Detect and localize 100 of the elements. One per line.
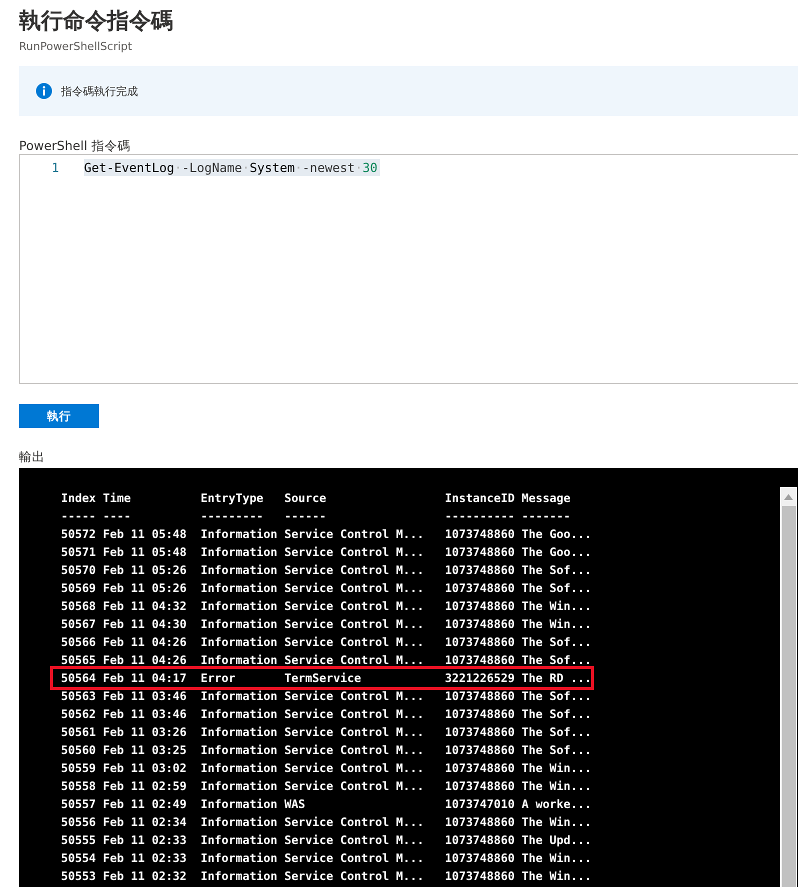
table-cell-text: Information xyxy=(200,724,278,741)
table-cell-text: Information xyxy=(200,814,278,831)
table-cell-text: 50560 xyxy=(61,742,96,759)
table-cell-text: The Win... xyxy=(522,868,592,885)
table-cell-text: Service Control M... xyxy=(284,526,424,543)
table-cell-text: Information xyxy=(200,562,278,579)
table-cell-text: Service Control M... xyxy=(284,778,424,795)
table-cell-text: 1073748860 xyxy=(444,652,515,669)
page-title: 執行命令指令碼 xyxy=(19,8,173,36)
table-cell-text: The Win... xyxy=(522,616,592,633)
column-underline: ------ xyxy=(284,508,326,525)
table-cell-text: Feb 11 03:02 xyxy=(102,760,187,777)
table-cell-text: Feb 11 05:48 xyxy=(102,526,187,543)
table-cell-text: The Sof... xyxy=(522,688,592,705)
table-cell-text: 50555 xyxy=(61,832,96,849)
table-cell-text: Service Control M... xyxy=(284,652,424,669)
column-underline: --------- xyxy=(200,508,264,525)
line-number: 1 xyxy=(50,159,59,176)
scroll-up-icon[interactable] xyxy=(784,494,793,500)
table-cell-text: Feb 11 02:34 xyxy=(102,814,187,831)
table-cell-text: 1073748860 xyxy=(444,778,515,795)
table-cell-text: 1073748860 xyxy=(444,688,515,705)
table-cell-text: Service Control M... xyxy=(284,742,424,759)
table-cell-text: The Sof... xyxy=(522,580,592,597)
table-cell-text: 50557 xyxy=(61,796,96,813)
table-cell-text: Service Control M... xyxy=(284,724,424,741)
table-cell-text: 1073748860 xyxy=(444,706,515,723)
table-cell-text: 1073748860 xyxy=(444,814,515,831)
table-cell-text: Service Control M... xyxy=(284,634,424,651)
table-cell-text: 1073747010 xyxy=(444,796,515,813)
table-cell-text: A worke... xyxy=(522,796,592,813)
table-cell-text: Feb 11 03:26 xyxy=(102,724,187,741)
table-cell-text: 1073748860 xyxy=(444,598,515,615)
table-cell-text: Feb 11 02:32 xyxy=(102,868,187,885)
table-cell-text: 1073748860 xyxy=(444,634,515,651)
table-cell-text: Feb 11 03:46 xyxy=(102,688,187,705)
table-cell-text: Feb 11 02:59 xyxy=(102,778,187,795)
table-cell-text: 1073748860 xyxy=(444,760,515,777)
column-underline: ----- xyxy=(61,508,96,525)
column-header: Message xyxy=(522,490,571,507)
table-cell-text: The Sof... xyxy=(522,652,592,669)
table-cell-text: 50562 xyxy=(61,706,96,723)
scrollbar-thumb[interactable] xyxy=(782,506,796,887)
table-cell-text: The Sof... xyxy=(522,742,592,759)
scrollbar[interactable] xyxy=(780,487,797,887)
table-cell-text: Service Control M... xyxy=(284,616,424,633)
table-cell-text: 50564 xyxy=(61,670,96,687)
code-text: Get-EventLog·-LogName·System·-newest·30 xyxy=(84,159,380,176)
run-button[interactable]: 執行 xyxy=(19,404,99,428)
table-cell-text: Service Control M... xyxy=(284,760,424,777)
editor-label: PowerShell 指令碼 xyxy=(19,138,130,154)
table-cell-text: Feb 11 04:17 xyxy=(102,670,187,687)
output-label: 輸出 xyxy=(19,449,45,465)
table-cell-text: Service Control M... xyxy=(284,814,424,831)
table-cell-text: Service Control M... xyxy=(284,868,424,885)
table-cell-text: Feb 11 04:32 xyxy=(102,598,187,615)
table-cell-text: Service Control M... xyxy=(284,598,424,615)
info-icon xyxy=(36,83,52,99)
table-cell-text: 1073748860 xyxy=(444,616,515,633)
table-cell-text: The Goo... xyxy=(522,526,592,543)
table-cell-text: Information xyxy=(200,580,278,597)
code-editor[interactable]: 1 Get-EventLog·-LogName·System·-newest·30 xyxy=(19,154,798,384)
table-cell-text: The RD ... xyxy=(522,670,592,687)
table-cell-text: Feb 11 04:26 xyxy=(102,652,187,669)
table-cell-text: The Win... xyxy=(522,814,592,831)
column-header: Source xyxy=(284,490,326,507)
table-cell-text: 50567 xyxy=(61,616,96,633)
table-cell-text: 1073748860 xyxy=(444,526,515,543)
table-cell-text: 50571 xyxy=(61,544,96,561)
table-cell-text: Error xyxy=(200,670,236,687)
table-cell-text: 1073748860 xyxy=(444,724,515,741)
table-cell-text: 1073748860 xyxy=(444,544,515,561)
column-underline: ------- xyxy=(522,508,571,525)
table-cell-text: Service Control M... xyxy=(284,580,424,597)
table-cell-text: 3221226529 xyxy=(444,670,515,687)
table-cell-text: Service Control M... xyxy=(284,562,424,579)
table-cell-text: The Win... xyxy=(522,778,592,795)
column-header: EntryType xyxy=(200,490,264,507)
table-cell-text: The Sof... xyxy=(522,706,592,723)
table-cell-text: Feb 11 05:48 xyxy=(102,544,187,561)
table-cell-text: 50568 xyxy=(61,598,96,615)
table-cell-text: 50558 xyxy=(61,778,96,795)
table-cell-text: 1073748860 xyxy=(444,580,515,597)
table-cell-text: 1073748860 xyxy=(444,868,515,885)
table-cell-text: Feb 11 05:26 xyxy=(102,580,187,597)
table-cell-text: The Sof... xyxy=(522,634,592,651)
table-cell-text: 1073748860 xyxy=(444,850,515,867)
table-cell-text: Feb 11 03:25 xyxy=(102,742,187,759)
table-cell-text: Information xyxy=(200,526,278,543)
table-cell-text: 50566 xyxy=(61,634,96,651)
table-cell-text: WAS xyxy=(284,796,306,813)
column-header: InstanceID xyxy=(444,490,515,507)
table-cell-text: 50569 xyxy=(61,580,96,597)
table-cell-text: Feb 11 02:49 xyxy=(102,796,187,813)
table-cell-text: Feb 11 03:46 xyxy=(102,706,187,723)
table-cell-text: Information xyxy=(200,652,278,669)
table-cell-text: Information xyxy=(200,868,278,885)
table-cell-text: 50559 xyxy=(61,760,96,777)
table-cell-text: The Sof... xyxy=(522,562,592,579)
table-cell-text: 50565 xyxy=(61,652,96,669)
